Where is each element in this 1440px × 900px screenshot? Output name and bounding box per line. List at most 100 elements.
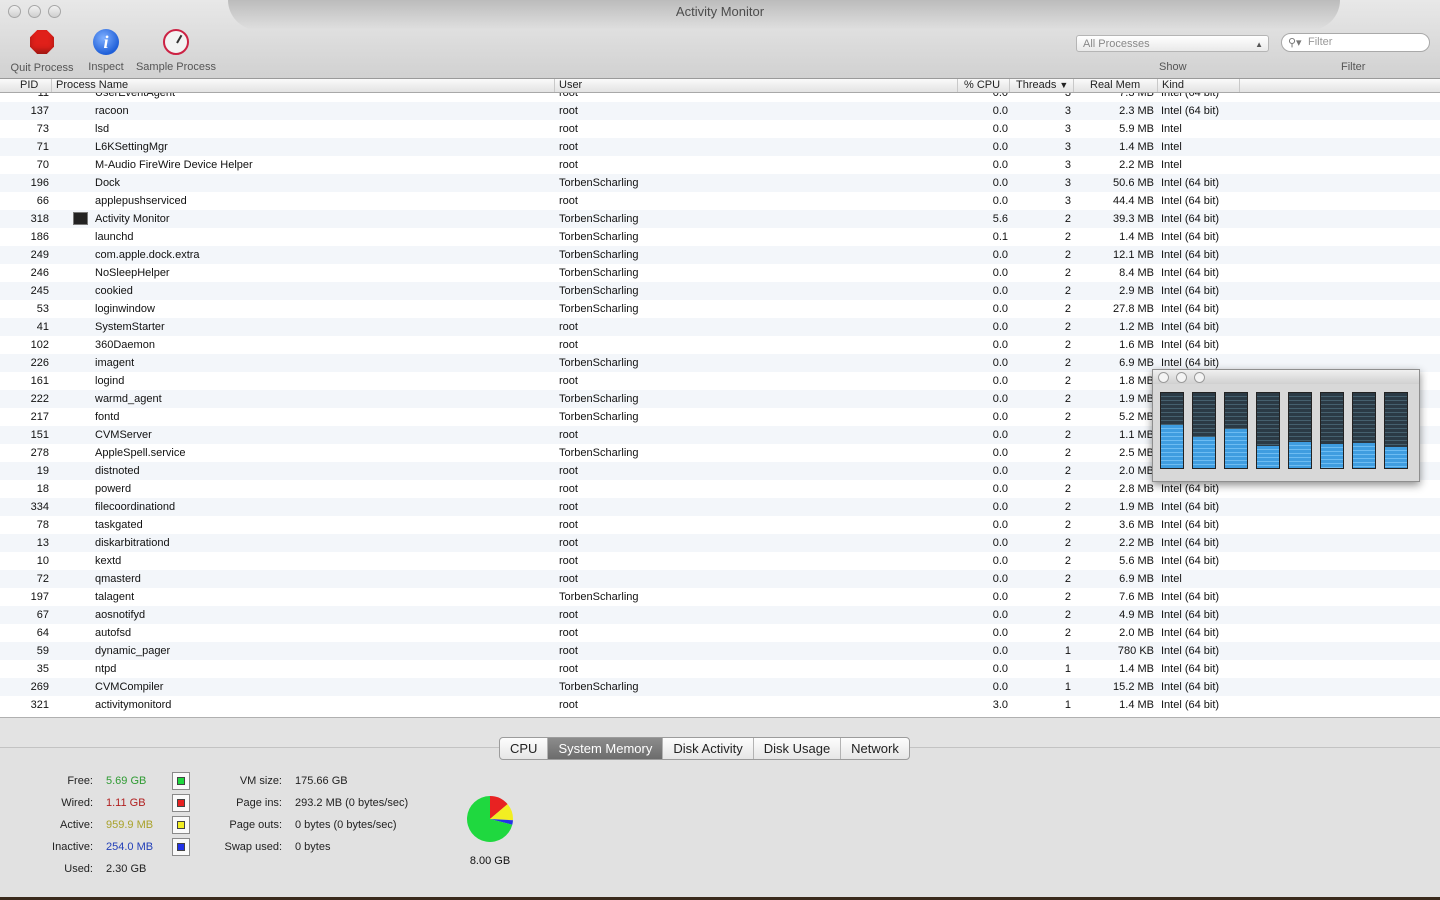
- threads-cell: 2: [1064, 465, 1071, 477]
- table-row[interactable]: 186 launchd TorbenScharling 0.1 2 1.4 MB Intel…: [0, 228, 1440, 246]
- table-row[interactable]: 11 UserEventAgent root 0.0 3 7.3 MB Intel (64 …: [0, 93, 1440, 102]
- table-row[interactable]: 318 Activity Monitor TorbenScharling 5.6 2 39…: [0, 210, 1440, 228]
- minimize-window-button[interactable]: [1176, 372, 1187, 383]
- user-cell: TorbenScharling: [559, 177, 639, 189]
- column-header-cpu[interactable]: % CPU: [958, 79, 1010, 92]
- sample-process-button[interactable]: Sample Process: [134, 28, 218, 73]
- column-header-kind[interactable]: Kind: [1158, 79, 1240, 92]
- pid-cell: 137: [30, 105, 49, 117]
- table-row[interactable]: 59 dynamic_pager root 0.0 1 780 KB Intel (64 b…: [0, 642, 1440, 660]
- pid-cell: 66: [36, 195, 49, 207]
- table-row[interactable]: 67 aosnotifyd root 0.0 2 4.9 MB Intel (64 bit): [0, 606, 1440, 624]
- table-row[interactable]: 72 qmasterd root 0.0 2 6.9 MB Intel: [0, 570, 1440, 588]
- table-row[interactable]: 246 NoSleepHelper TorbenScharling 0.0 2 8.4 M…: [0, 264, 1440, 282]
- table-row[interactable]: 70 M-Audio FireWire Device Helper root 0.0 3…: [0, 156, 1440, 174]
- process-name-cell: aosnotifyd: [95, 609, 146, 621]
- real-mem-cell: 1.4 MB: [1119, 699, 1154, 711]
- tab-network[interactable]: Network: [841, 738, 909, 759]
- cpu-core-bar: [1288, 392, 1312, 469]
- bottom-pane: Free: 5.69 GB Wired: 1.11 GB Active: 959.9 MB…: [0, 717, 1440, 897]
- table-row[interactable]: 269 CVMCompiler TorbenScharling 0.0 1 15.2 MB…: [0, 678, 1440, 696]
- real-mem-cell: 1.2 MB: [1119, 321, 1154, 333]
- filter-search-field[interactable]: ⚲▾ Filter: [1281, 33, 1430, 52]
- cpu-cell: 0.0: [992, 573, 1008, 585]
- real-mem-cell: 2.0 MB: [1119, 627, 1154, 639]
- cpu-cell: 0.0: [992, 411, 1008, 423]
- column-header-real-mem[interactable]: Real Mem: [1074, 79, 1158, 92]
- table-row[interactable]: 66 applepushserviced root 0.0 3 44.4 MB Intel …: [0, 192, 1440, 210]
- table-row[interactable]: 73 lsd root 0.0 3 5.9 MB Intel: [0, 120, 1440, 138]
- process-name-cell: racoon: [95, 105, 129, 117]
- column-header-process-name[interactable]: Process Name: [52, 79, 555, 92]
- pid-cell: 11: [37, 93, 49, 99]
- cpu-core-usage-fill: [1257, 445, 1279, 468]
- floating-cpu-window[interactable]: [1152, 369, 1420, 482]
- user-cell: TorbenScharling: [559, 285, 639, 297]
- table-row[interactable]: 41 SystemStarter root 0.0 2 1.2 MB Intel (64 b…: [0, 318, 1440, 336]
- table-row[interactable]: 78 taskgated root 0.0 2 3.6 MB Intel (64 bit): [0, 516, 1440, 534]
- process-name-cell: L6KSettingMgr: [95, 141, 168, 153]
- table-row[interactable]: 13 diskarbitrationd root 0.0 2 2.2 MB Intel (6…: [0, 534, 1440, 552]
- user-cell: root: [559, 483, 578, 495]
- kind-cell: Intel (64 bit): [1161, 609, 1220, 621]
- pid-cell: 59: [36, 645, 49, 657]
- kind-cell: Intel: [1161, 573, 1182, 585]
- cpu-cell: 5.6: [992, 213, 1008, 225]
- pid-cell: 53: [36, 303, 49, 315]
- real-mem-cell: 1.4 MB: [1119, 231, 1154, 243]
- table-row[interactable]: 249 com.apple.dock.extra TorbenScharling 0.…: [0, 246, 1440, 264]
- threads-cell: 2: [1064, 447, 1071, 459]
- process-name-cell: filecoordinationd: [95, 501, 176, 513]
- threads-cell: 2: [1064, 393, 1071, 405]
- pid-cell: 269: [30, 681, 49, 693]
- table-row[interactable]: 71 L6KSettingMgr root 0.0 3 1.4 MB Intel: [0, 138, 1440, 156]
- pid-cell: 73: [36, 123, 49, 135]
- user-cell: TorbenScharling: [559, 393, 639, 405]
- column-header-pid[interactable]: PID: [0, 79, 52, 92]
- cpu-core-usage-fill: [1321, 444, 1343, 468]
- tab-system-memory[interactable]: System Memory: [548, 738, 664, 759]
- table-row[interactable]: 10 kextd root 0.0 2 5.6 MB Intel (64 bit): [0, 552, 1440, 570]
- sort-descending-icon: ▼: [1059, 80, 1069, 90]
- close-window-button[interactable]: [1158, 372, 1169, 383]
- table-row[interactable]: 35 ntpd root 0.0 1 1.4 MB Intel (64 bit): [0, 660, 1440, 678]
- column-header-user[interactable]: User: [555, 79, 958, 92]
- table-row[interactable]: 137 racoon root 0.0 3 2.3 MB Intel (64 bit): [0, 102, 1440, 120]
- table-row[interactable]: 334 filecoordinationd root 0.0 2 1.9 MB Intel …: [0, 498, 1440, 516]
- cpu-cell: 0.0: [992, 303, 1008, 315]
- kind-cell: Intel (64 bit): [1161, 231, 1220, 243]
- cpu-core-bar: [1352, 392, 1376, 469]
- kind-cell: Intel (64 bit): [1161, 303, 1220, 315]
- column-header-threads[interactable]: Threads ▼: [1010, 79, 1074, 92]
- real-mem-cell: 44.4 MB: [1113, 195, 1154, 207]
- inspect-button[interactable]: i Inspect: [84, 28, 128, 73]
- window-title: Activity Monitor: [675, 4, 765, 19]
- table-row[interactable]: 196 Dock TorbenScharling 0.0 3 50.6 MB Intel (…: [0, 174, 1440, 192]
- threads-cell: 2: [1064, 375, 1071, 387]
- user-cell: TorbenScharling: [559, 213, 639, 225]
- table-row[interactable]: 321 activitymonitord root 3.0 1 1.4 MB Intel (…: [0, 696, 1440, 714]
- process-name-cell: kextd: [95, 555, 122, 567]
- tab-cpu[interactable]: CPU: [500, 738, 549, 759]
- tab-disk-activity[interactable]: Disk Activity: [663, 738, 754, 759]
- table-row[interactable]: 53 loginwindow TorbenScharling 0.0 2 27.8 MB I…: [0, 300, 1440, 318]
- process-name-cell: activitymonitord: [95, 699, 172, 711]
- threads-cell: 3: [1064, 105, 1071, 117]
- show-processes-select[interactable]: All Processes ▲: [1076, 35, 1269, 52]
- tab-disk-usage[interactable]: Disk Usage: [754, 738, 842, 759]
- table-row[interactable]: 18 powerd root 0.0 2 2.8 MB Intel (64 bit): [0, 480, 1440, 498]
- pid-cell: 197: [30, 591, 49, 603]
- process-name-cell: cookied: [95, 285, 133, 297]
- process-name-cell: Activity Monitor: [95, 213, 170, 225]
- zoom-window-button[interactable]: [1194, 372, 1205, 383]
- process-name-cell: fontd: [95, 411, 120, 423]
- table-row[interactable]: 245 cookied TorbenScharling 0.0 2 2.9 MB Intel…: [0, 282, 1440, 300]
- threads-cell: 2: [1064, 249, 1071, 261]
- process-name-cell: taskgated: [95, 519, 143, 531]
- real-mem-cell: 12.1 MB: [1113, 249, 1154, 261]
- table-row[interactable]: 197 talagent TorbenScharling 0.0 2 7.6 MB Inte…: [0, 588, 1440, 606]
- quit-process-button[interactable]: Quit Process: [8, 28, 76, 74]
- kind-cell: Intel (64 bit): [1161, 627, 1220, 639]
- table-row[interactable]: 64 autofsd root 0.0 2 2.0 MB Intel (64 bit): [0, 624, 1440, 642]
- table-row[interactable]: 102 360Daemon root 0.0 2 1.6 MB Intel (64 bit): [0, 336, 1440, 354]
